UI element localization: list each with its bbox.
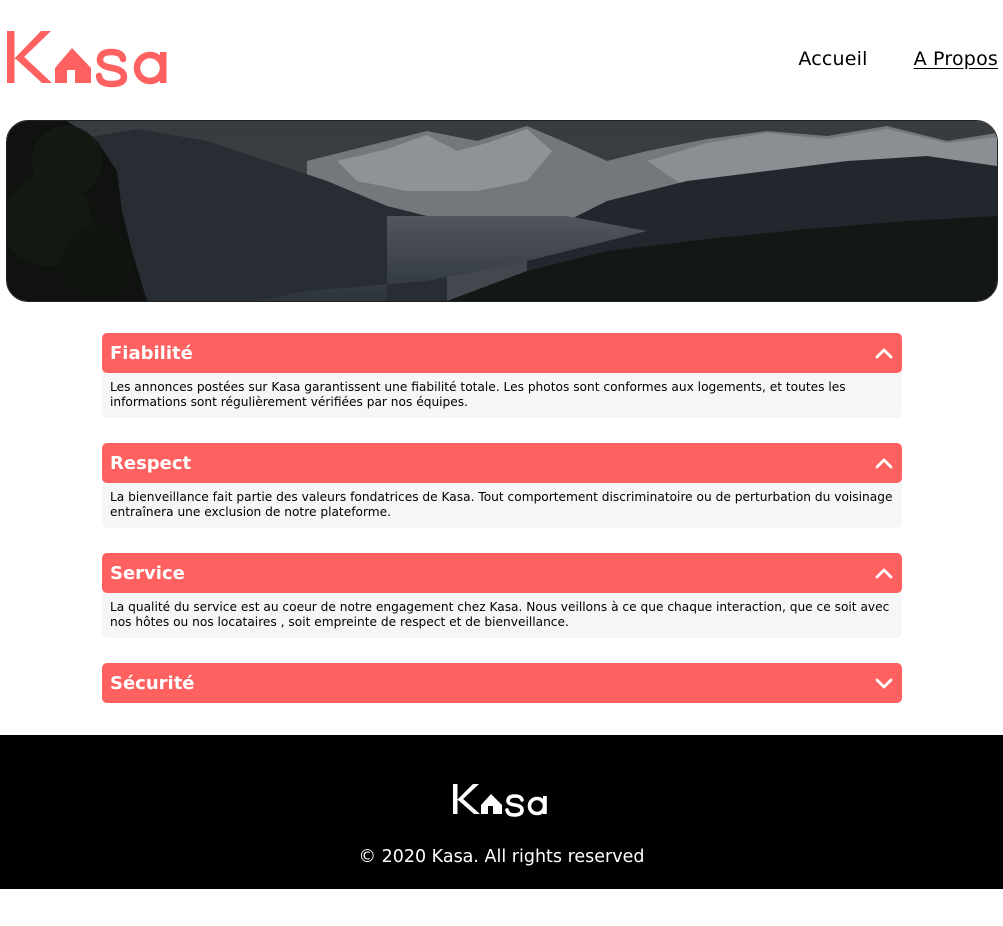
chevron-up-icon[interactable]	[875, 345, 893, 361]
collapse-respect: Respect La bienveillance fait partie des…	[102, 443, 902, 528]
collapse-content: La qualité du service est au coeur de no…	[102, 589, 902, 638]
footer-logo	[452, 781, 553, 817]
collapse-header[interactable]: Fiabilité	[102, 333, 902, 373]
kasa-logo[interactable]	[5, 26, 177, 88]
collapse-fiabilite: Fiabilité Les annonces postées sur Kasa …	[102, 333, 902, 418]
collapse-header[interactable]: Sécurité	[102, 663, 902, 703]
chevron-down-icon[interactable]	[875, 675, 893, 691]
collapse-content: La bienveillance fait partie des valeurs…	[102, 479, 902, 528]
about-banner	[6, 120, 998, 302]
collapse-title: Sécurité	[110, 672, 195, 694]
copyright-text: © 2020 Kasa. All rights reserved	[358, 847, 645, 867]
collapse-title: Respect	[110, 452, 192, 474]
collapse-content: Les annonces postées sur Kasa garantisse…	[102, 369, 902, 418]
collapse-header[interactable]: Respect	[102, 443, 902, 483]
main-nav: Accueil A Propos	[798, 48, 998, 70]
nav-link-home[interactable]: Accueil	[798, 48, 867, 70]
footer: © 2020 Kasa. All rights reserved	[0, 735, 1003, 889]
header: Accueil A Propos	[0, 0, 1003, 120]
collapse-header[interactable]: Service	[102, 553, 902, 593]
collapse-title: Fiabilité	[110, 342, 193, 364]
values-list: Fiabilité Les annonces postées sur Kasa …	[102, 333, 902, 728]
collapse-title: Service	[110, 562, 185, 584]
nav-link-about[interactable]: A Propos	[914, 48, 998, 70]
chevron-up-icon[interactable]	[875, 455, 893, 471]
collapse-securite: Sécurité	[102, 663, 902, 703]
chevron-up-icon[interactable]	[875, 565, 893, 581]
collapse-service: Service La qualité du service est au coe…	[102, 553, 902, 638]
